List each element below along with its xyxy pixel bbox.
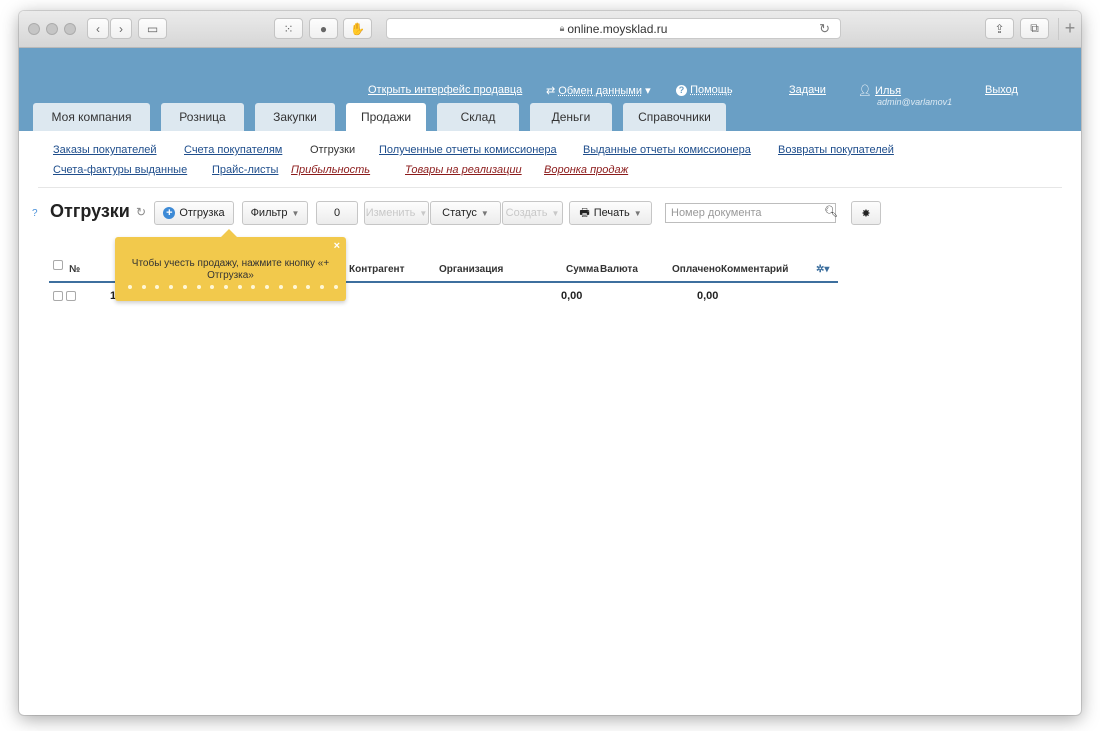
document-number-search[interactable]: Номер документа xyxy=(665,203,836,223)
help-icon: ? xyxy=(676,85,687,96)
add-shipment-button[interactable]: + Отгрузка xyxy=(154,201,234,225)
select-all-checkbox[interactable] xyxy=(53,260,63,270)
print-button[interactable]: 🖶 Печать ▼ xyxy=(569,201,652,225)
new-tab-button[interactable]: + xyxy=(1058,18,1081,40)
refresh-icon[interactable]: ↻ xyxy=(136,205,146,219)
lock-icon: 🔒︎ xyxy=(559,23,565,33)
subnav-price-lists[interactable]: Прайс-листы xyxy=(212,164,278,176)
plus-icon: + xyxy=(163,207,176,219)
sidebar-button[interactable]: ▭ xyxy=(138,18,167,39)
tooltip-text: Чтобы учесть продажу, нажмите кнопку «+ … xyxy=(131,258,330,281)
user-login: admin@varlamov1 xyxy=(877,97,953,107)
status-button[interactable]: Статус ▼ xyxy=(430,201,501,225)
column-paid[interactable]: Оплачено xyxy=(672,264,721,275)
close-icon[interactable]: × xyxy=(334,240,340,252)
subnav-customer-returns[interactable]: Возвраты покупателей xyxy=(778,144,894,156)
edit-button[interactable]: Изменить ▼ xyxy=(364,201,429,225)
column-sum[interactable]: Сумма xyxy=(566,264,599,275)
tab-retail[interactable]: Розница xyxy=(161,103,244,131)
address-bar[interactable]: 🔒︎ online.moysklad.ru ↻ xyxy=(386,18,841,39)
tab-directories[interactable]: Справочники xyxy=(623,103,726,131)
close-window-button[interactable] xyxy=(28,23,40,35)
chevron-left-icon: ‹ xyxy=(96,21,100,36)
hand-icon: ✋ xyxy=(350,21,365,36)
column-currency[interactable]: Валюта xyxy=(600,264,638,275)
browser-toolbar: ‹ › ▭ ⁙ ● ✋ 🔒︎ online.moysklad.ru ↻ ⇪ ⧉ … xyxy=(19,11,1081,48)
user-link[interactable]: 👤︎ Илья xyxy=(858,84,901,97)
row-open-icon[interactable] xyxy=(66,291,76,301)
user-icon: 👤︎ xyxy=(858,85,872,97)
tasks-link[interactable]: Задачи xyxy=(789,84,826,96)
create-button[interactable]: Создать ▼ xyxy=(502,201,563,225)
tooltip-progress-dots xyxy=(128,285,338,289)
row-checkbox[interactable] xyxy=(53,291,63,301)
subnav-customer-orders[interactable]: Заказы покупателей xyxy=(53,144,157,156)
gear-icon: ✸ xyxy=(861,207,871,220)
address-url: online.moysklad.ru xyxy=(567,21,668,36)
row-sum: 0,00 xyxy=(561,290,583,302)
column-counterparty[interactable]: Контрагент xyxy=(349,264,404,275)
columns-settings-icon[interactable]: ✲▾ xyxy=(816,264,829,275)
forward-button[interactable]: › xyxy=(110,18,132,39)
tab-sales[interactable]: Продажи xyxy=(346,103,426,131)
column-organization[interactable]: Организация xyxy=(439,264,503,275)
subnav-issued-tax-invoices[interactable]: Счета-фактуры выданные xyxy=(53,164,187,176)
seller-interface-link[interactable]: Открыть интерфейс продавца xyxy=(368,84,522,96)
subnav-sales-funnel[interactable]: Воронка продаж xyxy=(544,164,628,176)
back-button[interactable]: ‹ xyxy=(87,18,109,39)
tab-warehouse[interactable]: Склад xyxy=(437,103,519,131)
data-exchange-link[interactable]: ⇄ Обмен данными ▾ xyxy=(546,84,651,97)
search-icon[interactable]: 🔍︎ xyxy=(824,205,838,218)
subnav-received-commission-reports[interactable]: Полученные отчеты комиссионера xyxy=(379,144,557,156)
settings-button[interactable]: ✸ xyxy=(851,201,881,225)
share-icon: ⇪ xyxy=(994,21,1005,36)
subnav-customer-invoices[interactable]: Счета покупателям xyxy=(184,144,282,156)
chevron-right-icon: › xyxy=(119,21,123,36)
tabs-overview-button[interactable]: ⧉ xyxy=(1020,18,1049,39)
logout-link[interactable]: Выход xyxy=(985,84,1018,96)
grid-icon: ⁙ xyxy=(283,21,294,36)
printer-icon: 🖶 xyxy=(579,206,590,219)
help-icon[interactable]: ? xyxy=(32,208,38,219)
chevron-down-icon: ▼ xyxy=(633,208,642,218)
subnav-shipments[interactable]: Отгрузки xyxy=(310,144,355,156)
tabs-icon: ⧉ xyxy=(1030,21,1039,35)
selected-count: 0 xyxy=(316,201,358,225)
help-link[interactable]: ? Помощь xyxy=(676,84,733,96)
share-button[interactable]: ⇪ xyxy=(985,18,1014,39)
shield-icon: ● xyxy=(319,21,328,36)
chevron-down-icon: ▼ xyxy=(551,208,560,218)
onboarding-tooltip: × Чтобы учесть продажу, нажмите кнопку «… xyxy=(115,229,346,301)
sidebar-icon: ▭ xyxy=(146,21,159,36)
tab-my-company[interactable]: Моя компания xyxy=(33,103,150,131)
minimize-window-button[interactable] xyxy=(46,23,58,35)
zoom-window-button[interactable] xyxy=(64,23,76,35)
extension-button[interactable]: ● xyxy=(309,18,338,39)
subnav-consignment-goods[interactable]: Товары на реализации xyxy=(405,164,522,176)
subnav-issued-commission-reports[interactable]: Выданные отчеты комиссионера xyxy=(583,144,751,156)
filter-button[interactable]: Фильтр ▼ xyxy=(242,201,308,225)
chevron-down-icon: ▼ xyxy=(291,208,300,218)
reload-icon[interactable]: ↻ xyxy=(819,21,830,37)
tab-money[interactable]: Деньги xyxy=(530,103,612,131)
tab-purchases[interactable]: Закупки xyxy=(255,103,335,131)
browser-window: ‹ › ▭ ⁙ ● ✋ 🔒︎ online.moysklad.ru ↻ ⇪ ⧉ … xyxy=(19,11,1081,715)
chevron-down-icon: ▼ xyxy=(480,208,489,218)
top-sites-button[interactable]: ⁙ xyxy=(274,18,303,39)
chevron-down-icon: ▾ xyxy=(642,85,651,97)
page-title: Отгрузки xyxy=(50,201,130,221)
exchange-icon: ⇄ xyxy=(546,85,559,97)
row-paid: 0,00 xyxy=(697,290,719,302)
column-comment[interactable]: Комментарий xyxy=(721,264,788,275)
column-number[interactable]: № xyxy=(69,264,80,275)
subnav-profitability[interactable]: Прибыльность xyxy=(291,164,370,176)
extension2-button[interactable]: ✋ xyxy=(343,18,372,39)
divider xyxy=(38,187,1062,188)
chevron-down-icon: ▼ xyxy=(419,208,428,218)
